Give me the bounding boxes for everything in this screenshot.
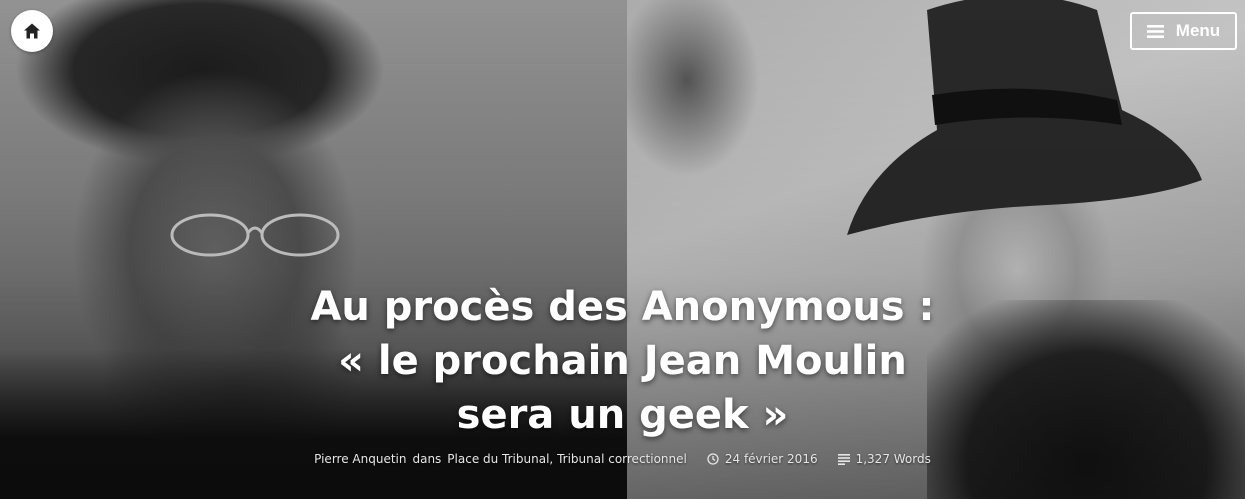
word-count: 1,327 Words bbox=[837, 452, 931, 466]
article-meta: Pierre Anquetin dans Place du Tribunal, … bbox=[0, 452, 1245, 466]
title-line-3: sera un geek » bbox=[456, 392, 789, 438]
menu-button[interactable]: Menu bbox=[1130, 12, 1237, 50]
byline-in-word: dans bbox=[412, 452, 442, 466]
home-button[interactable] bbox=[11, 10, 53, 52]
publish-date: 24 février 2016 bbox=[707, 452, 818, 466]
home-icon bbox=[24, 23, 40, 39]
category-separator: , bbox=[549, 452, 554, 466]
hamburger-icon bbox=[1146, 24, 1164, 38]
text-lines-icon bbox=[837, 454, 850, 465]
byline: Pierre Anquetin dans Place du Tribunal, … bbox=[314, 452, 687, 466]
article-title: Au procès des Anonymous : « le prochain … bbox=[200, 280, 1045, 442]
author-link[interactable]: Pierre Anquetin bbox=[314, 452, 406, 466]
title-line-2: « le prochain Jean Moulin bbox=[338, 338, 907, 384]
title-line-1: Au procès des Anonymous : bbox=[310, 284, 935, 330]
menu-label: Menu bbox=[1175, 21, 1221, 40]
category-link-tribunal-correctionnel[interactable]: Tribunal correctionnel bbox=[557, 452, 687, 466]
hero-banner: Menu Au procès des Anonymous : « le proc… bbox=[0, 0, 1245, 499]
clock-icon bbox=[707, 453, 719, 465]
word-count-text: 1,327 Words bbox=[855, 452, 931, 466]
category-link-place-du-tribunal[interactable]: Place du Tribunal bbox=[447, 452, 549, 466]
publish-date-text: 24 février 2016 bbox=[724, 452, 818, 466]
